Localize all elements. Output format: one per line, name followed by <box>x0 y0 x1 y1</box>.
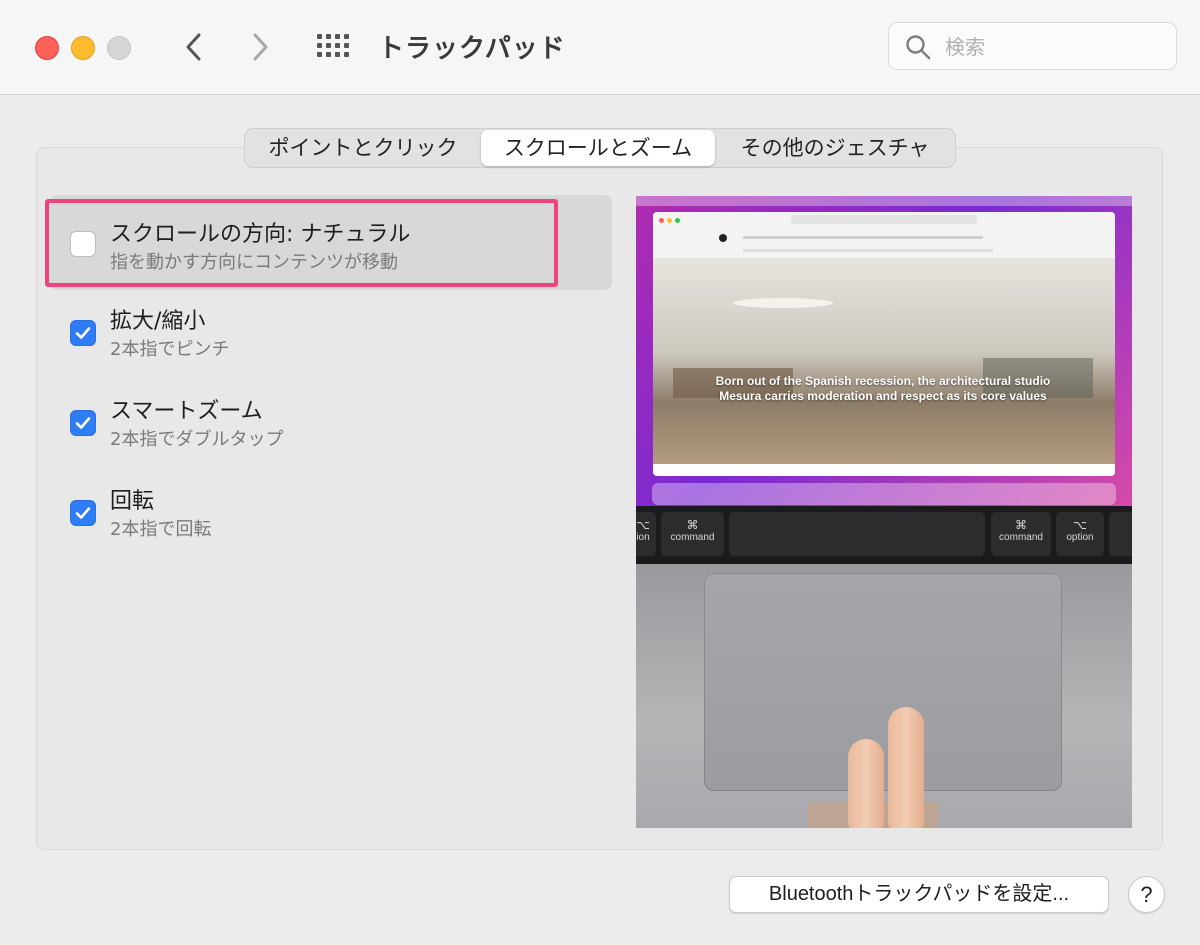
key-space <box>729 512 985 556</box>
tab-more-gestures[interactable]: その他のジェスチャ <box>715 130 955 166</box>
search-icon <box>906 35 931 60</box>
minimize-button[interactable] <box>71 36 95 60</box>
key-arrow <box>1109 512 1132 556</box>
checkmark-icon <box>75 417 91 429</box>
option-subtitle: 2本指でピンチ <box>110 339 230 360</box>
key-command-right: ⌘ command <box>991 512 1051 556</box>
preview-screen: Born out of the Spanish recession, the a… <box>636 196 1132 506</box>
search-input[interactable] <box>943 32 1167 62</box>
tab-point-and-click[interactable]: ポイントとクリック <box>245 130 481 166</box>
key-command-left: ⌘ command <box>661 512 724 556</box>
preview-menubar <box>636 196 1132 206</box>
option-subtitle: 2本指で回転 <box>110 519 212 540</box>
show-all-button[interactable] <box>316 31 350 65</box>
preview-finger <box>888 707 924 828</box>
key-option-left: ⌥ ion <box>636 512 656 556</box>
zoom-button <box>107 36 131 60</box>
smart-zoom-checkbox[interactable] <box>70 410 96 436</box>
tab-scroll-and-zoom[interactable]: スクロールとズーム <box>481 130 715 166</box>
preview-finger <box>848 739 884 828</box>
preview-browser-window: Born out of the Spanish recession, the a… <box>653 212 1115 476</box>
chevron-right-icon <box>253 33 268 61</box>
grid-icon <box>317 34 349 57</box>
preview-laptop-body <box>636 564 1132 828</box>
rotate-checkbox[interactable] <box>70 500 96 526</box>
highlight-annotation-box <box>45 199 558 287</box>
preview-headline: Born out of the Spanish recession, the a… <box>715 374 1051 403</box>
option-title: 回転 <box>110 489 155 514</box>
back-button[interactable] <box>176 28 212 66</box>
title-bar: トラックパッド <box>0 0 1200 95</box>
checkmark-icon <box>75 507 91 519</box>
window-title: トラックパッド <box>378 34 566 64</box>
setup-bluetooth-trackpad-button[interactable]: Bluetoothトラックパッドを設定... <box>729 876 1109 913</box>
tab-bar: ポイントとクリック スクロールとズーム その他のジェスチャ <box>244 128 956 168</box>
key-option-right: ⌥ option <box>1056 512 1104 556</box>
close-button[interactable] <box>35 36 59 60</box>
option-subtitle: 2本指でダブルタップ <box>110 429 284 450</box>
option-title: 拡大/縮小 <box>110 309 206 334</box>
preview-browser-toolbar <box>653 212 1115 259</box>
forward-button[interactable] <box>242 28 278 66</box>
help-button[interactable]: ? <box>1128 876 1165 913</box>
preview-article-photo: Born out of the Spanish recession, the a… <box>653 258 1115 464</box>
zoom-checkbox[interactable] <box>70 320 96 346</box>
preview-dock <box>652 483 1116 505</box>
chevron-left-icon <box>186 33 201 61</box>
preview-keyboard: ⌥ ion ⌘ command ⌘ command ⌥ option <box>636 506 1132 564</box>
option-title: スマートズーム <box>110 399 263 424</box>
search-field[interactable] <box>888 22 1177 70</box>
checkmark-icon <box>75 327 91 339</box>
gesture-preview-video: Born out of the Spanish recession, the a… <box>636 196 1132 828</box>
